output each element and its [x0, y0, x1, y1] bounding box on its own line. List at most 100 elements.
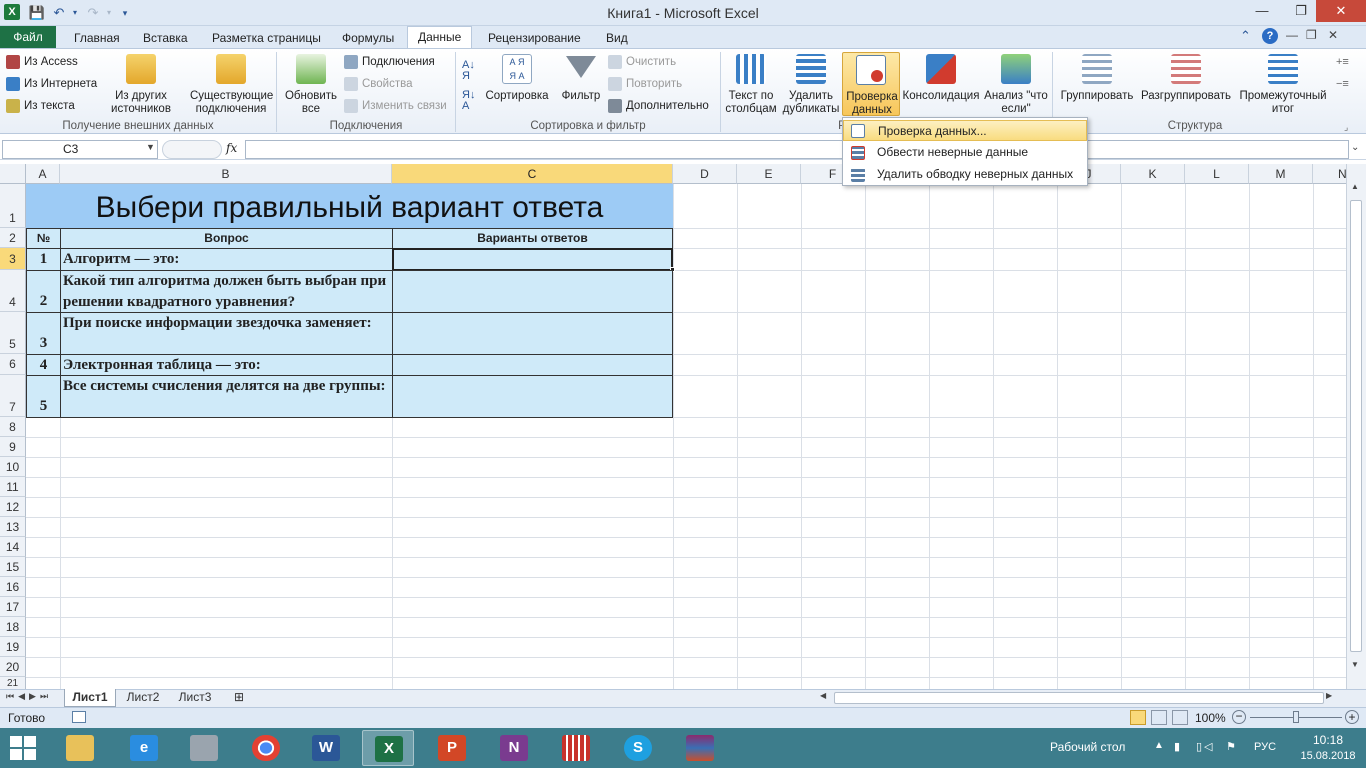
insert-sheet-icon[interactable]: ⊞	[228, 689, 250, 707]
tab-review[interactable]: Рецензирование	[478, 29, 591, 48]
row-header[interactable]: 15	[0, 557, 26, 577]
page-break-view-icon[interactable]	[1172, 710, 1188, 725]
column-header[interactable]: B	[60, 164, 392, 184]
clock-date[interactable]: 15.08.2018	[1296, 750, 1360, 762]
row-header[interactable]: 10	[0, 457, 26, 477]
tray-volume-icon[interactable]: ◁	[1204, 740, 1212, 753]
column-header[interactable]: C	[392, 164, 673, 184]
taskbar-app-grid[interactable]	[550, 730, 602, 766]
tab-home[interactable]: Главная	[64, 29, 130, 48]
row-header[interactable]: 9	[0, 437, 26, 457]
page-layout-view-icon[interactable]	[1151, 710, 1167, 725]
taskbar-chrome[interactable]	[240, 730, 292, 766]
row-header[interactable]: 2	[0, 228, 26, 248]
tray-flag-icon[interactable]: ⚑	[1226, 740, 1236, 753]
answer-cell[interactable]	[392, 375, 673, 418]
menu-item-clear-circles[interactable]: Удалить обводку неверных данных	[843, 164, 1087, 185]
scroll-thumb[interactable]	[1350, 200, 1362, 652]
menu-item-data-validation[interactable]: Проверка данных...	[843, 120, 1087, 141]
row-header[interactable]: 12	[0, 497, 26, 517]
tray-network-icon[interactable]: ▮	[1174, 740, 1180, 753]
question-text-cell[interactable]: Какой тип алгоритма должен быть выбран п…	[60, 270, 393, 313]
row-header[interactable]: 11	[0, 477, 26, 497]
hide-detail-icon[interactable]: −≡	[1336, 78, 1349, 90]
answer-cell[interactable]	[392, 312, 673, 355]
answer-cell[interactable]	[392, 354, 673, 376]
start-button[interactable]	[10, 736, 38, 762]
taskbar-winrar[interactable]	[674, 730, 726, 766]
select-all-corner[interactable]	[0, 164, 26, 184]
row-header[interactable]: 7	[0, 375, 26, 417]
connections-button[interactable]: Подключения	[344, 55, 435, 69]
doc-minimize-icon[interactable]: —	[1286, 28, 1298, 42]
question-text-cell[interactable]: Электронная таблица — это:	[60, 354, 393, 376]
spreadsheet-grid[interactable]: A B C D E F G H I J K L M N 1 2 3 4 5 6 …	[0, 164, 1346, 690]
clock-time[interactable]: 10:18	[1300, 733, 1356, 747]
header-num-cell[interactable]: №	[26, 228, 61, 249]
name-box-dropdown-icon[interactable]: ▼	[146, 142, 155, 152]
hscroll-left-icon[interactable]: ◀	[820, 691, 826, 700]
doc-close-icon[interactable]: ✕	[1328, 28, 1338, 42]
zoom-slider-thumb[interactable]	[1293, 711, 1299, 723]
name-box[interactable]: C3	[2, 140, 158, 159]
tab-page-layout[interactable]: Разметка страницы	[202, 29, 331, 48]
zoom-level[interactable]: 100%	[1195, 711, 1226, 725]
header-answers-cell[interactable]: Варианты ответов	[392, 228, 673, 249]
answer-cell[interactable]	[392, 270, 673, 313]
zoom-in-icon[interactable]: +	[1345, 710, 1359, 724]
show-detail-icon[interactable]: +≡	[1336, 56, 1349, 68]
sort-za-icon[interactable]: Я↓ A	[462, 90, 475, 112]
normal-view-icon[interactable]	[1130, 710, 1146, 725]
desktop-toolbar-label[interactable]: Рабочий стол	[1050, 740, 1125, 754]
taskbar-skype[interactable]: S	[612, 730, 664, 766]
formula-input[interactable]	[245, 140, 1349, 159]
minimize-ribbon-icon[interactable]: ⌃	[1240, 28, 1251, 44]
question-number-cell[interactable]: 3	[26, 312, 61, 355]
question-number-cell[interactable]: 4	[26, 354, 61, 376]
row-header[interactable]: 19	[0, 637, 26, 657]
row-header[interactable]: 6	[0, 354, 26, 375]
minimize-button[interactable]: —	[1244, 0, 1280, 22]
tray-battery-icon[interactable]: ▯	[1196, 740, 1202, 753]
column-header[interactable]: A	[26, 164, 60, 184]
header-question-cell[interactable]: Вопрос	[60, 228, 393, 249]
answer-cell-selected[interactable]	[392, 248, 673, 271]
question-text-cell[interactable]: При поиске информации звездочка заменяет…	[60, 312, 393, 355]
row-header[interactable]: 18	[0, 617, 26, 637]
taskbar-explorer[interactable]	[54, 730, 106, 766]
hscroll-right-icon[interactable]: ▶	[1326, 691, 1332, 700]
row-header[interactable]: 3	[0, 248, 26, 270]
taskbar-onenote[interactable]: N	[488, 730, 540, 766]
column-header[interactable]: D	[673, 164, 737, 184]
question-number-cell[interactable]: 1	[26, 248, 61, 271]
column-header[interactable]: L	[1185, 164, 1249, 184]
sheet-tab-3[interactable]: Лист3	[170, 689, 220, 707]
row-header[interactable]: 16	[0, 577, 26, 597]
macro-record-icon[interactable]	[72, 711, 86, 723]
column-header[interactable]: N	[1313, 164, 1346, 184]
close-button[interactable]: ✕	[1316, 0, 1366, 22]
row-header[interactable]: 14	[0, 537, 26, 557]
formula-splitter[interactable]	[162, 140, 222, 159]
taskbar-powerpoint[interactable]: P	[426, 730, 478, 766]
taskbar-excel[interactable]: X	[362, 730, 414, 766]
sort-az-icon[interactable]: A↓ Я	[462, 60, 475, 82]
tab-view[interactable]: Вид	[596, 29, 638, 48]
reapply-button[interactable]: Повторить	[608, 77, 682, 91]
scroll-up-icon[interactable]: ▲	[1351, 182, 1359, 191]
vertical-scrollbar[interactable]: ▲ ▼	[1346, 164, 1366, 690]
sheet-title-cell[interactable]: Выбери правильный вариант ответа	[26, 184, 673, 228]
zoom-out-icon[interactable]: −	[1232, 710, 1246, 724]
menu-item-circle-invalid[interactable]: Обвести неверные данные	[843, 142, 1087, 163]
from-web-button[interactable]: Из Интернета	[6, 77, 97, 91]
taskbar-ie[interactable]: e	[118, 730, 170, 766]
column-header[interactable]: K	[1121, 164, 1185, 184]
sheet-tab-2[interactable]: Лист2	[118, 689, 168, 707]
tab-file[interactable]: Файл	[0, 26, 56, 48]
help-icon[interactable]: ?	[1262, 28, 1278, 44]
scroll-down-icon[interactable]: ▼	[1351, 660, 1359, 669]
row-header[interactable]: 4	[0, 270, 26, 312]
row-header[interactable]: 1	[0, 184, 26, 228]
taskbar-calculator[interactable]	[178, 730, 230, 766]
tab-data[interactable]: Данные	[407, 26, 473, 49]
